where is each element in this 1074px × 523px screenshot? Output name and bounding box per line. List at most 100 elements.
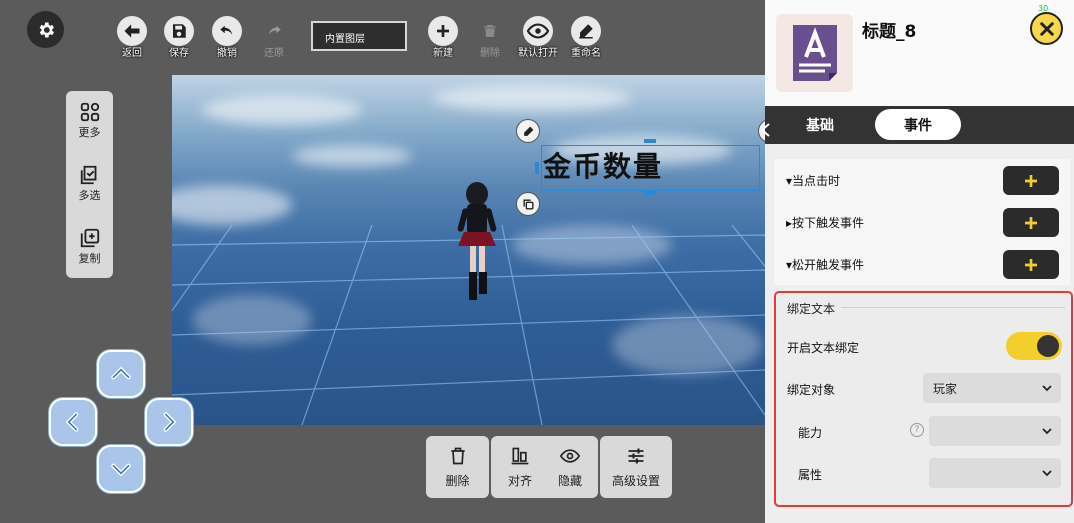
redo-label: 还原 <box>264 48 284 59</box>
panel-header: 标题_8 30 <box>765 0 1074 106</box>
close-icon <box>1039 21 1054 36</box>
ability-dropdown[interactable] <box>929 416 1061 446</box>
copy-button[interactable]: 复制 <box>66 227 113 266</box>
bottom-delete-group: 删除 <box>426 436 489 498</box>
new-button[interactable]: 新建 <box>421 16 465 59</box>
pencil-icon <box>523 126 533 136</box>
layer-select[interactable]: 内置图层 <box>311 21 407 51</box>
event-on-press-label[interactable]: ▸按下触发事件 <box>786 214 864 231</box>
chevron-down-icon <box>1042 428 1052 435</box>
tab-events[interactable]: 事件 <box>875 109 961 140</box>
help-icon[interactable]: ? <box>910 423 924 437</box>
text-binding-section: 绑定文本 开启文本绑定 绑定对象 玩家 能力 ? 属性 <box>774 291 1073 507</box>
delete-top-button[interactable]: 删除 <box>468 16 512 59</box>
chevron-down-icon <box>111 463 131 477</box>
chevron-left-icon <box>65 412 79 432</box>
trash-icon <box>484 25 496 37</box>
align-button[interactable]: 对齐 <box>495 436 545 498</box>
properties-panel: 标题_8 30 基础 事件 ▾当点击时 ▸按下触发事件 ▾松开触发事件 绑定文本… <box>760 0 1074 523</box>
attribute-label: 属性 <box>798 468 823 482</box>
duplicate-element-button[interactable] <box>516 192 540 216</box>
rename-label: 重命名 <box>571 48 601 59</box>
chevron-up-icon <box>111 366 131 380</box>
save-label: 保存 <box>169 48 189 59</box>
add-on-release-action-button[interactable] <box>1003 250 1059 279</box>
dpad-up[interactable] <box>97 350 145 398</box>
plus-icon <box>1025 174 1037 187</box>
undo-label: 撤销 <box>217 48 237 59</box>
plus-icon <box>437 25 449 37</box>
title-element-text[interactable]: 金币数量 <box>543 145 663 185</box>
multi-select-label: 多选 <box>78 189 101 202</box>
event-on-click-label[interactable]: ▾当点击时 <box>786 172 840 189</box>
gear-icon <box>39 22 54 37</box>
more-button[interactable]: 更多 <box>66 101 113 140</box>
copy-label: 复制 <box>78 252 101 265</box>
arrow-left-icon <box>124 24 140 38</box>
resize-handle-bottom[interactable] <box>644 191 656 195</box>
add-on-click-action-button[interactable] <box>1003 166 1059 195</box>
bottom-advanced-group: 高级设置 <box>600 436 672 498</box>
character-avatar[interactable] <box>452 180 502 310</box>
delete-top-label: 删除 <box>480 48 500 59</box>
rename-button[interactable]: 重命名 <box>564 16 608 59</box>
element-thumbnail <box>776 14 853 92</box>
eye-icon <box>527 23 549 39</box>
grid-icon <box>80 102 99 122</box>
event-on-click: ▾当点击时 <box>774 159 1070 201</box>
undo-icon <box>220 25 233 36</box>
resize-handle-left[interactable] <box>535 162 539 174</box>
delete-element-button[interactable]: 删除 <box>426 436 489 498</box>
bind-target-value: 玩家 <box>933 382 958 396</box>
binding-section-title: 绑定文本 <box>787 302 836 316</box>
tab-basic[interactable]: 基础 <box>777 109 863 140</box>
default-open-label: 默认打开 <box>518 48 558 59</box>
attribute-dropdown[interactable] <box>929 458 1061 488</box>
eye-icon <box>560 448 580 463</box>
panel-collapse-arrow[interactable] <box>759 122 771 138</box>
panel-tabs: 基础 事件 <box>765 106 1074 144</box>
advanced-settings-button[interactable]: 高级设置 <box>600 436 672 498</box>
settings-button[interactable] <box>27 11 64 48</box>
back-label: 返回 <box>122 48 142 59</box>
left-tool-panel: 更多 多选 复制 <box>66 91 113 278</box>
close-panel-button[interactable] <box>1030 12 1063 45</box>
save-button[interactable]: 保存 <box>157 16 201 59</box>
new-label: 新建 <box>433 48 453 59</box>
copy-icon <box>522 198 534 210</box>
enable-binding-label: 开启文本绑定 <box>787 341 860 355</box>
sliders-icon <box>628 448 644 463</box>
resize-handle-top[interactable] <box>644 139 656 143</box>
floppy-icon <box>173 24 186 38</box>
back-button[interactable]: 返回 <box>110 16 154 59</box>
hide-button[interactable]: 隐藏 <box>545 436 595 498</box>
dpad-down[interactable] <box>97 445 145 493</box>
redo-icon <box>268 25 281 36</box>
redo-button[interactable]: 还原 <box>252 16 296 59</box>
align-icon <box>511 447 529 464</box>
panel-title: 标题_8 <box>862 22 917 42</box>
scene-viewport[interactable]: 金币数量 <box>172 75 765 425</box>
trash-icon <box>450 447 465 464</box>
edit-element-button[interactable] <box>516 119 540 143</box>
undo-button[interactable]: 撤销 <box>205 16 249 59</box>
ability-label: 能力 <box>798 426 823 440</box>
pencil-icon <box>579 24 593 39</box>
more-label: 更多 <box>78 126 101 139</box>
advanced-settings-label: 高级设置 <box>611 473 660 488</box>
enable-binding-toggle[interactable] <box>1006 332 1062 360</box>
add-on-press-action-button[interactable] <box>1003 208 1059 237</box>
multi-select-button[interactable]: 多选 <box>66 164 113 203</box>
section-divider <box>841 307 1065 308</box>
default-open-button[interactable]: 默认打开 <box>516 16 560 59</box>
scene-editor: 返回 保存 撤销 还原 内置图层 新建 删除 默认打开 重命名 金币数量 更多 … <box>0 0 765 523</box>
bind-target-dropdown[interactable]: 玩家 <box>923 373 1061 403</box>
align-label: 对齐 <box>507 473 532 488</box>
chevron-down-icon <box>1042 470 1052 477</box>
toggle-knob <box>1037 335 1059 357</box>
dpad-left[interactable] <box>49 398 97 446</box>
dpad-right[interactable] <box>145 398 193 446</box>
event-on-release-label[interactable]: ▾松开触发事件 <box>786 256 864 273</box>
bottom-align-group: 对齐 隐藏 <box>491 436 598 498</box>
event-on-release: ▾松开触发事件 <box>774 243 1070 285</box>
